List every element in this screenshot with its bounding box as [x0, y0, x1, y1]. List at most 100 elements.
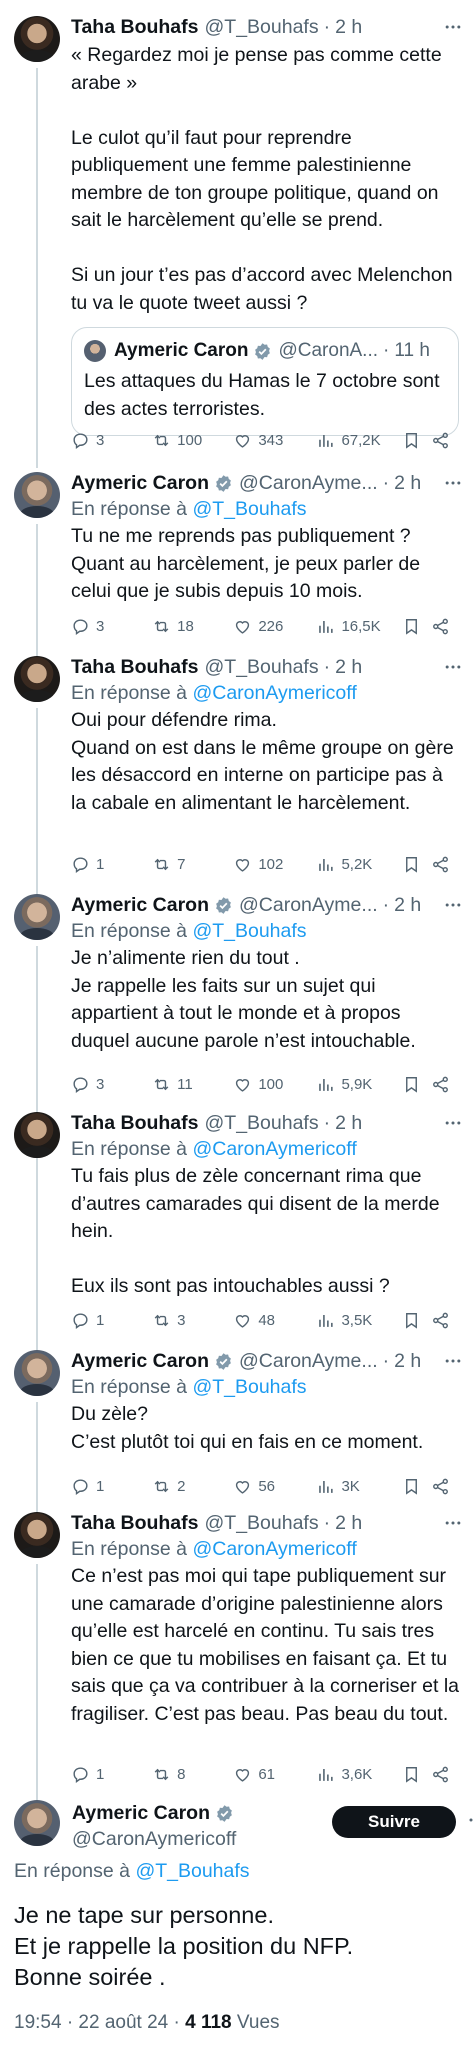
author-name[interactable]: Taha Bouhafs — [71, 16, 198, 39]
tweet-time[interactable]: 2 h — [394, 472, 421, 495]
share-button[interactable] — [431, 855, 455, 874]
follow-button[interactable]: Suivre — [332, 1806, 456, 1838]
share-button[interactable] — [431, 617, 455, 636]
like-button[interactable]: 343 — [233, 431, 316, 450]
mention-link[interactable]: @CaronAymericoff — [192, 1538, 356, 1560]
author-handle[interactable]: @T_Bouhafs — [204, 1112, 318, 1135]
author-handle[interactable]: @CaronAyme... — [239, 894, 378, 917]
author-name[interactable]: Taha Bouhafs — [71, 1112, 198, 1135]
more-icon[interactable] — [435, 1113, 463, 1133]
reply-button[interactable]: 1 — [71, 855, 152, 874]
tweet-time[interactable]: 2 h — [394, 894, 421, 917]
avatar[interactable] — [14, 1512, 60, 1558]
avatar[interactable] — [14, 16, 60, 62]
views-button[interactable]: 3,5K — [316, 1311, 401, 1330]
more-icon[interactable] — [435, 1351, 463, 1371]
more-icon[interactable] — [435, 895, 463, 915]
avatar[interactable] — [14, 894, 60, 940]
verified-badge-icon — [214, 896, 233, 915]
bookmark-button[interactable] — [402, 1765, 432, 1784]
mention-link[interactable]: @T_Bouhafs — [192, 920, 306, 942]
reply-button[interactable]: 3 — [71, 617, 152, 636]
like-button[interactable]: 102 — [233, 855, 316, 874]
views-button[interactable]: 5,2K — [316, 855, 401, 874]
author-handle[interactable]: @CaronAymericoff — [72, 1828, 236, 1851]
avatar[interactable] — [14, 1112, 60, 1158]
share-button[interactable] — [431, 1075, 455, 1094]
retweet-button[interactable]: 18 — [152, 617, 233, 636]
author-name[interactable]: Aymeric Caron — [71, 472, 209, 495]
bookmark-button[interactable] — [402, 1311, 432, 1330]
more-icon[interactable] — [456, 1810, 473, 1830]
like-button[interactable]: 61 — [233, 1765, 316, 1784]
quote-avatar — [84, 340, 106, 362]
views-button[interactable]: 3,6K — [316, 1765, 401, 1784]
timestamp[interactable]: 19:54 · 22 août 24 · — [14, 2012, 185, 2033]
share-button[interactable] — [431, 431, 455, 450]
share-button[interactable] — [431, 1765, 455, 1784]
retweet-button[interactable]: 8 — [152, 1765, 233, 1784]
tweet-time[interactable]: 2 h — [335, 16, 362, 39]
bookmark-button[interactable] — [402, 617, 432, 636]
retweet-button[interactable]: 2 — [152, 1477, 233, 1496]
views-button[interactable]: 3K — [316, 1477, 401, 1496]
bookmark-button[interactable] — [402, 1477, 432, 1496]
reply-button[interactable]: 1 — [71, 1765, 152, 1784]
avatar[interactable] — [14, 656, 60, 702]
more-icon[interactable] — [435, 1513, 463, 1533]
author-name[interactable]: Aymeric Caron — [71, 894, 209, 917]
like-button[interactable]: 56 — [233, 1477, 316, 1496]
tweet-header: Taha Bouhafs @T_Bouhafs · 2 h — [71, 654, 463, 680]
tweet-time[interactable]: 2 h — [394, 1350, 421, 1373]
author-name[interactable]: Taha Bouhafs — [71, 656, 198, 679]
bookmark-button[interactable] — [402, 431, 432, 450]
more-icon[interactable] — [435, 17, 463, 37]
mention-link[interactable]: @T_Bouhafs — [192, 1376, 306, 1398]
author-handle[interactable]: @T_Bouhafs — [204, 656, 318, 679]
mention-link[interactable]: @CaronAymericoff — [192, 682, 356, 704]
views-button[interactable]: 16,5K — [316, 617, 401, 636]
views-button[interactable]: 67,2K — [316, 431, 401, 450]
author-handle[interactable]: @T_Bouhafs — [204, 1512, 318, 1535]
tweet-time[interactable]: 2 h — [335, 656, 362, 679]
views-icon — [319, 1314, 334, 1327]
retweet-button[interactable]: 3 — [152, 1311, 233, 1330]
reply-context: En réponse à @T_Bouhafs — [71, 1376, 307, 1398]
quote-tweet[interactable]: Aymeric Caron @CaronA... · 11 h Les atta… — [71, 327, 459, 436]
avatar[interactable] — [14, 1350, 60, 1396]
reply-button[interactable]: 1 — [71, 1477, 152, 1496]
mention-link[interactable]: @CaronAymericoff — [192, 1138, 356, 1160]
tweet-time[interactable]: 2 h — [335, 1112, 362, 1135]
mention-link[interactable]: @T_Bouhafs — [192, 498, 306, 520]
view-count: 3,5K — [341, 1311, 373, 1329]
bookmark-button[interactable] — [402, 1075, 432, 1094]
reply-button[interactable]: 1 — [71, 1311, 152, 1330]
share-button[interactable] — [431, 1311, 455, 1330]
retweet-button[interactable]: 11 — [152, 1075, 233, 1094]
author-handle[interactable]: @CaronAyme... — [239, 1350, 378, 1373]
avatar[interactable] — [14, 472, 60, 518]
like-button[interactable]: 226 — [233, 617, 316, 636]
retweet-button[interactable]: 7 — [152, 855, 233, 874]
reply-button[interactable]: 3 — [71, 1075, 152, 1094]
reply-button[interactable]: 3 — [71, 431, 152, 450]
share-button[interactable] — [431, 1477, 455, 1496]
more-icon[interactable] — [435, 657, 463, 677]
retweet-count: 8 — [177, 1765, 186, 1783]
bookmark-button[interactable] — [402, 855, 432, 874]
more-icon[interactable] — [435, 473, 463, 493]
author-handle[interactable]: @CaronAyme... — [239, 472, 378, 495]
retweet-button[interactable]: 100 — [152, 431, 233, 450]
share-icon — [433, 618, 449, 634]
avatar[interactable] — [14, 1800, 60, 1846]
author-name[interactable]: Aymeric Caron — [71, 1350, 209, 1373]
views-button[interactable]: 5,9K — [316, 1075, 401, 1094]
mention-link[interactable]: @T_Bouhafs — [135, 1860, 249, 1882]
author-handle[interactable]: @T_Bouhafs — [204, 16, 318, 39]
verified-badge-icon — [214, 1352, 233, 1371]
like-button[interactable]: 100 — [233, 1075, 316, 1094]
like-button[interactable]: 48 — [233, 1311, 316, 1330]
author-name[interactable]: Aymeric Caron — [72, 1802, 210, 1825]
tweet-time[interactable]: 2 h — [335, 1512, 362, 1535]
author-name[interactable]: Taha Bouhafs — [71, 1512, 198, 1535]
